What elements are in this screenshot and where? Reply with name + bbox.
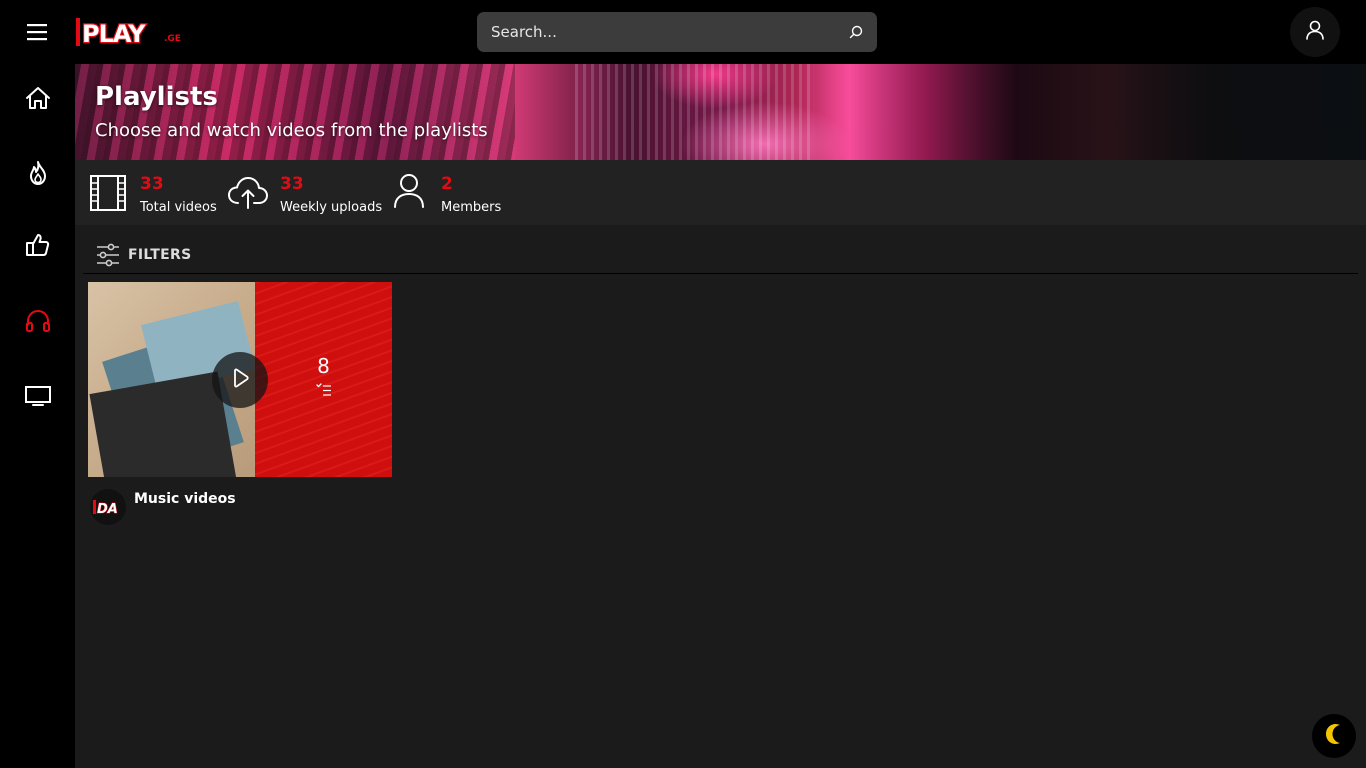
logo-text: PLAY <box>82 20 146 48</box>
stat-value: 2 <box>441 174 453 194</box>
sidebar-item-liked[interactable] <box>0 222 75 272</box>
search-bar <box>477 12 877 52</box>
logo-suffix: .GE <box>164 34 181 44</box>
search-icon[interactable] <box>847 23 865 41</box>
main-content: Playlists Choose and watch videos from t… <box>75 64 1366 768</box>
thumbs-up-icon <box>24 231 52 263</box>
sidebar-item-trending[interactable] <box>0 150 75 200</box>
banner-background-stripes <box>75 64 515 160</box>
banner-background-shade <box>835 64 1366 160</box>
site-logo[interactable]: PLAY .GE <box>76 16 184 49</box>
playlist-video-count: 8 <box>317 354 330 378</box>
menu-icon[interactable] <box>22 18 52 46</box>
user-icon <box>1304 19 1326 45</box>
cloud-upload-icon <box>227 174 269 216</box>
sliders-icon <box>95 242 121 272</box>
stat-weekly-uploads: 33 Weekly uploads <box>227 160 387 225</box>
stat-value: 33 <box>140 174 164 194</box>
sidebar-item-music[interactable] <box>0 298 75 348</box>
page-title: Playlists <box>95 82 218 112</box>
playlists-banner: Playlists Choose and watch videos from t… <box>75 64 1366 160</box>
stat-value: 33 <box>280 174 304 194</box>
playlist-thumbnail[interactable]: 8 <box>88 282 392 477</box>
user-icon <box>391 172 427 214</box>
home-icon <box>24 84 52 116</box>
headphones-icon <box>24 307 52 339</box>
stat-members: 2 Members <box>391 160 531 225</box>
sidebar-item-home[interactable] <box>0 75 75 125</box>
stat-label: Members <box>441 200 502 215</box>
channel-avatar-text: DA <box>97 502 118 517</box>
account-button[interactable] <box>1290 7 1340 57</box>
top-bar: PLAY .GE <box>0 0 1366 64</box>
channel-avatar[interactable]: DA <box>90 489 126 525</box>
filters-toggle[interactable]: FILTERS <box>83 239 1358 274</box>
playlist-icon <box>315 382 333 402</box>
playlist-card: 8 DA Music videos <box>88 282 392 532</box>
sidebar-item-tv[interactable] <box>0 372 75 422</box>
thumbnail-overlay <box>255 282 392 477</box>
stat-total-videos: 33 Total videos <box>89 160 229 225</box>
stat-label: Weekly uploads <box>280 200 383 215</box>
stat-label: Total videos <box>140 200 217 215</box>
search-input[interactable] <box>477 12 827 52</box>
filters-label: FILTERS <box>128 247 192 263</box>
moon-icon <box>1322 722 1346 750</box>
playlist-title[interactable]: Music videos <box>134 491 236 507</box>
play-icon <box>229 367 251 393</box>
film-icon <box>89 174 127 216</box>
theme-toggle-button[interactable] <box>1312 714 1356 758</box>
fire-icon <box>24 159 52 191</box>
tv-icon <box>24 381 52 413</box>
page-subtitle: Choose and watch videos from the playlis… <box>95 120 488 141</box>
stats-bar: 33 Total videos 33 Weekly uploads 2 Memb… <box>75 160 1366 225</box>
banner-background-stage <box>575 64 815 160</box>
sidebar <box>0 64 75 768</box>
